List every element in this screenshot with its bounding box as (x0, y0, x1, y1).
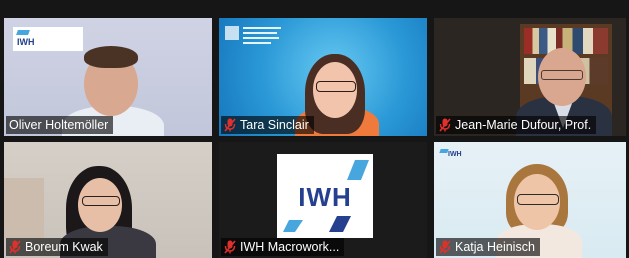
iwh-logo-text: IWH (298, 182, 352, 212)
participant-tile-tara-sinclair[interactable]: Tara Sinclair (219, 18, 427, 136)
participant-name: Boreum Kwak (25, 240, 103, 254)
muted-mic-icon (224, 118, 236, 132)
iwh-logo: IWH (12, 26, 84, 52)
participant-name: IWH Macrowork... (240, 240, 340, 254)
glasses (316, 81, 356, 92)
participant-tile-jean-marie-dufour[interactable]: Jean-Marie Dufour, Prof. (434, 18, 626, 136)
muted-mic-icon (9, 240, 21, 254)
virtual-background-logo (225, 26, 281, 52)
participant-name-bar: IWH Macrowork... (221, 238, 345, 256)
participant-tile-oliver-holtemoller[interactable]: IWH Oliver Holtemöller (4, 18, 212, 136)
iwh-logo: IWH (277, 154, 373, 238)
participant-name-bar: Oliver Holtemöller (6, 116, 114, 134)
participant-name-bar: Jean-Marie Dufour, Prof. (436, 116, 597, 134)
muted-mic-icon (439, 118, 451, 132)
participant-tile-iwh-macrowork[interactable]: IWH IWH Macrowork... (219, 142, 427, 258)
participant-name: Oliver Holtemöller (9, 118, 109, 132)
muted-mic-icon (224, 240, 236, 254)
participant-name: Jean-Marie Dufour, Prof. (455, 118, 592, 132)
glasses (517, 194, 559, 205)
participant-tile-boreum-kwak[interactable]: Boreum Kwak (4, 142, 212, 258)
glasses (541, 70, 583, 80)
iwh-logo: IWH (439, 148, 466, 162)
video-grid: IWH Oliver Holtemöller Tara Sinclair Jea… (0, 0, 629, 258)
participant-name-bar: Boreum Kwak (6, 238, 108, 256)
participant-name-bar: Tara Sinclair (221, 116, 314, 134)
participant-name-bar: Katja Heinisch (436, 238, 540, 256)
wall-shelf (4, 178, 44, 238)
person-hair (84, 46, 138, 68)
glasses (82, 196, 120, 206)
participant-name: Katja Heinisch (455, 240, 535, 254)
participant-name: Tara Sinclair (240, 118, 309, 132)
muted-mic-icon (439, 240, 451, 254)
participant-tile-katja-heinisch[interactable]: IWH Katja Heinisch (434, 142, 626, 258)
